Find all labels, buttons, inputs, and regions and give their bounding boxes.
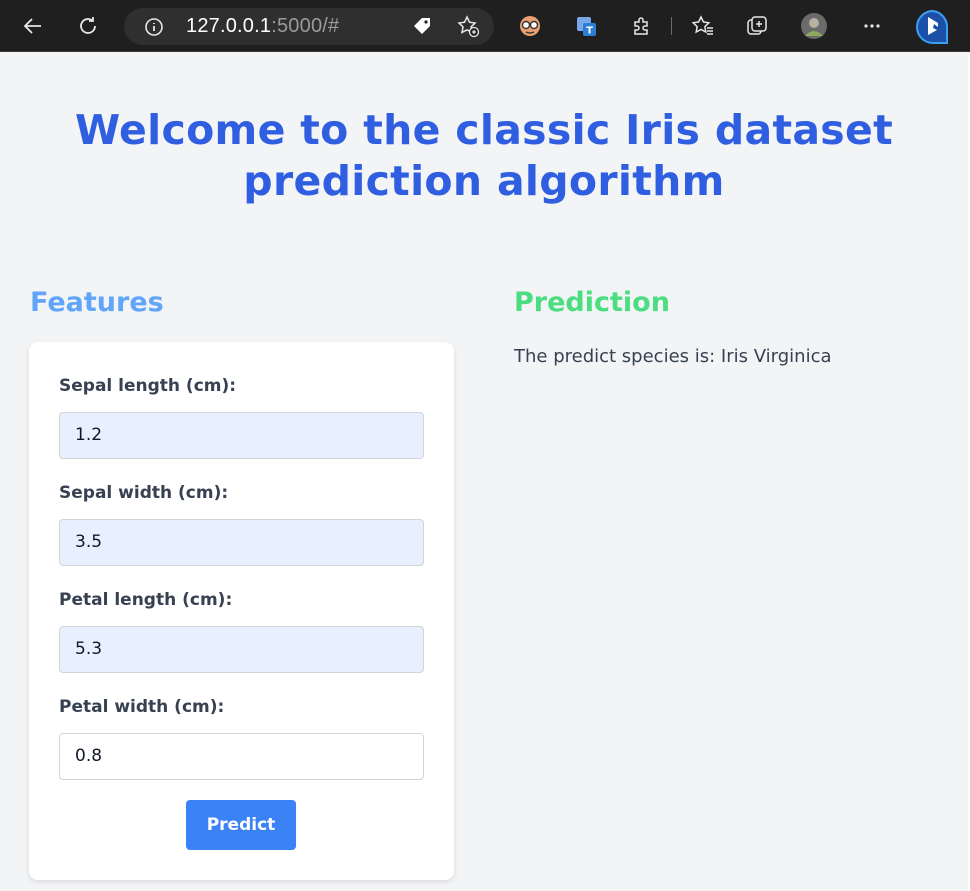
more-icon[interactable] [855,9,889,43]
prediction-heading: Prediction [514,287,670,318]
back-icon[interactable] [16,9,50,43]
petal-width-input[interactable]: 0.8 [59,733,424,780]
translate-icon[interactable]: T [569,9,603,43]
profile-avatar[interactable] [797,9,831,43]
tag-icon[interactable] [405,9,439,43]
features-form-card: Sepal length (cm): 1.2 Sepal width (cm):… [29,342,454,880]
toolbar-separator [671,17,672,35]
url-host: 127.0.0.1 [186,15,272,37]
info-icon[interactable] [144,17,164,41]
sepal-length-label: Sepal length (cm): [59,376,237,396]
refresh-icon[interactable] [71,9,105,43]
predict-button[interactable]: Predict [186,800,296,850]
prediction-result: The predict species is: Iris Virginica [514,346,832,367]
page-title: Welcome to the classic Iris dataset pred… [74,106,894,205]
collections-icon[interactable] [740,9,774,43]
extension-glasses-icon[interactable] [513,9,547,43]
features-heading: Features [30,287,164,318]
browser-toolbar: 127.0.0.1:5000/# T [0,0,970,52]
sepal-length-input[interactable]: 1.2 [59,412,424,459]
petal-length-input[interactable]: 5.3 [59,626,424,673]
petal-width-label: Petal width (cm): [59,697,225,717]
url-path: :5000/# [271,15,340,37]
sepal-width-input[interactable]: 3.5 [59,519,424,566]
bing-icon[interactable] [912,6,954,48]
url-text[interactable]: 127.0.0.1:5000/# [186,15,339,38]
favorites-icon[interactable] [686,9,720,43]
petal-length-label: Petal length (cm): [59,590,233,610]
sepal-width-label: Sepal width (cm): [59,483,229,503]
page-content: Welcome to the classic Iris dataset pred… [0,53,968,891]
svg-text:T: T [586,26,593,37]
add-favorite-icon[interactable] [451,9,485,43]
extensions-icon[interactable] [624,9,658,43]
